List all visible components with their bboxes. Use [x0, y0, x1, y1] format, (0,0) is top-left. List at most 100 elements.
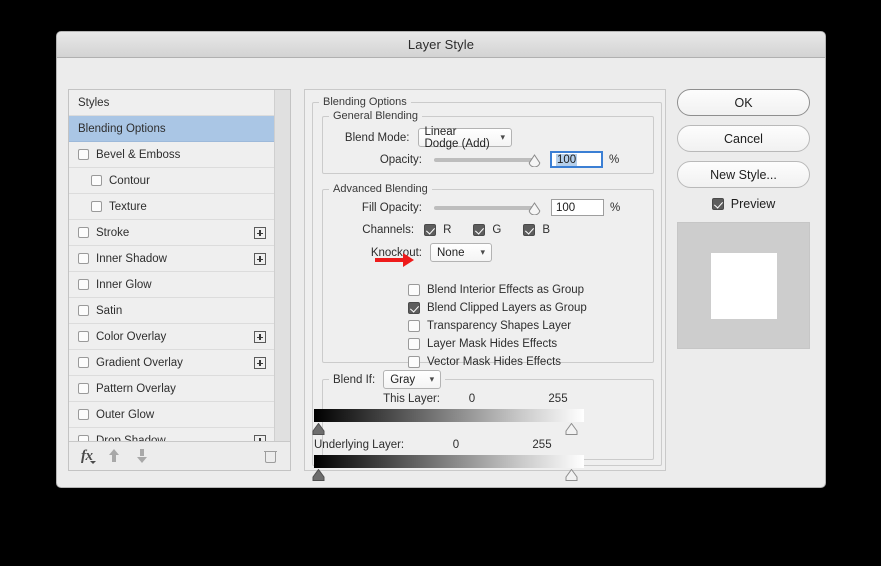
preview-label: Preview — [730, 197, 776, 211]
option-blend-interior-effects-as-group[interactable]: Blend Interior Effects as Group — [408, 282, 648, 297]
dialog-title: Layer Style — [407, 37, 475, 52]
sidebar-item-inner-glow[interactable]: Inner Glow — [69, 272, 274, 298]
sidebar-item-checkbox[interactable] — [78, 331, 89, 342]
sidebar-item-checkbox[interactable] — [78, 383, 89, 394]
sidebar-item-inner-shadow[interactable]: Inner Shadow — [69, 246, 274, 272]
option-checkbox[interactable] — [408, 319, 420, 332]
sidebar-item-checkbox[interactable] — [78, 253, 89, 264]
this-layer-max: 255 — [548, 393, 568, 405]
opacity-slider[interactable] — [434, 153, 541, 167]
advanced-blending-options: Blend Interior Effects as Group Blend Cli… — [408, 282, 648, 372]
channel-checkbox[interactable] — [424, 223, 437, 236]
cancel-button[interactable]: Cancel — [677, 125, 810, 152]
underlying-layer-gradient — [314, 455, 584, 468]
sidebar-item-checkbox[interactable] — [91, 175, 102, 186]
add-effect-plus-icon[interactable] — [254, 331, 266, 343]
sidebar-item-label: Inner Glow — [96, 278, 152, 291]
this-layer-black-stop[interactable] — [312, 422, 325, 435]
styles-list-scrollbar[interactable] — [274, 90, 290, 442]
sidebar-item-color-overlay[interactable]: Color Overlay — [69, 324, 274, 350]
opacity-value: 100 — [556, 153, 578, 166]
sidebar-item-contour[interactable]: Contour — [69, 168, 274, 194]
sidebar-item-texture[interactable]: Texture — [69, 194, 274, 220]
sidebar-item-checkbox[interactable] — [78, 279, 89, 290]
sidebar-item-checkbox[interactable] — [91, 201, 102, 212]
sidebar-item-pattern-overlay[interactable]: Pattern Overlay — [69, 376, 274, 402]
option-blend-clipped-layers-as-group[interactable]: Blend Clipped Layers as Group — [408, 300, 648, 315]
sidebar-item-checkbox[interactable] — [78, 149, 89, 160]
option-checkbox[interactable] — [408, 337, 420, 350]
channel-checkbox[interactable] — [473, 223, 486, 236]
sidebar-item-satin[interactable]: Satin — [69, 298, 274, 324]
opacity-slider-knob[interactable] — [528, 153, 541, 167]
new-style-button[interactable]: New Style... — [677, 161, 810, 188]
sidebar-item-label: Inner Shadow — [96, 252, 167, 265]
sidebar-item-label: Texture — [109, 200, 147, 213]
sidebar-item-label: Blending Options — [78, 122, 166, 135]
this-layer-gradient — [314, 409, 584, 422]
preview-thumbnail-shape — [710, 252, 777, 319]
channel-label: B — [542, 223, 550, 236]
sidebar-item-checkbox[interactable] — [78, 357, 89, 368]
underlying-layer-slider[interactable] — [312, 455, 584, 481]
fill-opacity-slider-knob[interactable] — [528, 201, 541, 215]
blend-if-label: Blend If: — [333, 373, 376, 386]
blend-if-channel-value: Gray — [390, 373, 416, 386]
this-layer-slider[interactable] — [312, 409, 584, 435]
move-down-arrow-icon[interactable] — [136, 449, 149, 463]
preview-checkbox[interactable] — [711, 198, 724, 210]
sidebar-item-bevel-emboss[interactable]: Bevel & Emboss — [69, 142, 274, 168]
option-label: Blend Interior Effects as Group — [427, 283, 585, 296]
option-layer-mask-hides-effects[interactable]: Layer Mask Hides Effects — [408, 336, 648, 351]
channel-g[interactable]: G — [473, 222, 501, 237]
sidebar-item-checkbox[interactable] — [78, 305, 89, 316]
sidebar-item-label: Pattern Overlay — [96, 382, 176, 395]
chevron-down-icon: ▾ — [429, 374, 435, 384]
styles-list[interactable]: Styles Blending Options Bevel & Emboss Cont… — [69, 90, 275, 442]
underlying-layer-min: 0 — [452, 439, 460, 451]
option-label: Vector Mask Hides Effects — [427, 355, 562, 368]
option-transparency-shapes-layer[interactable]: Transparency Shapes Layer — [408, 318, 648, 333]
sidebar-item-blending-options[interactable]: Blending Options — [69, 116, 274, 142]
sidebar-item-label: Stroke — [96, 226, 130, 239]
this-layer-white-stop[interactable] — [565, 422, 578, 435]
fill-opacity-slider[interactable] — [434, 201, 541, 215]
preview-thumbnail — [677, 222, 810, 349]
sidebar-item-outer-glow[interactable]: Outer Glow — [69, 402, 274, 428]
add-effect-plus-icon[interactable] — [254, 253, 266, 265]
option-vector-mask-hides-effects[interactable]: Vector Mask Hides Effects — [408, 354, 648, 369]
fx-icon[interactable]: fx — [81, 448, 95, 465]
sidebar-item-checkbox[interactable] — [78, 409, 89, 420]
sidebar-item-styles[interactable]: Styles — [69, 90, 274, 116]
trash-icon[interactable] — [264, 449, 277, 463]
add-effect-plus-icon[interactable] — [254, 227, 266, 239]
opacity-input[interactable]: 100 — [550, 151, 603, 168]
preview-toggle[interactable]: Preview — [677, 197, 810, 211]
blend-if-channel-select[interactable]: Gray ▾ — [383, 370, 442, 389]
dialog-titlebar[interactable]: Layer Style — [57, 32, 825, 58]
option-checkbox[interactable] — [408, 283, 420, 296]
red-annotation-arrow-icon — [375, 253, 414, 267]
fill-opacity-input[interactable]: 100 — [551, 199, 604, 216]
underlying-layer-white-stop[interactable] — [565, 468, 578, 481]
dialog-actions: OK Cancel New Style... Preview — [677, 89, 817, 349]
option-label: Layer Mask Hides Effects — [427, 337, 558, 350]
knockout-select[interactable]: None ▾ — [430, 243, 492, 262]
sidebar-item-label: Contour — [109, 174, 150, 187]
underlying-layer-black-stop[interactable] — [312, 468, 325, 481]
move-up-arrow-icon[interactable] — [108, 449, 121, 463]
option-checkbox[interactable] — [408, 301, 420, 314]
option-checkbox[interactable] — [408, 355, 420, 368]
sidebar-item-checkbox[interactable] — [78, 227, 89, 238]
sidebar-item-gradient-overlay[interactable]: Gradient Overlay — [69, 350, 274, 376]
blend-mode-select[interactable]: Linear Dodge (Add) ▾ — [417, 126, 512, 150]
this-layer-label: This Layer: — [383, 393, 440, 405]
channel-r[interactable]: R — [424, 222, 451, 237]
channels-label: Channels: — [362, 223, 415, 236]
channel-b[interactable]: B — [523, 222, 550, 237]
channel-checkbox[interactable] — [523, 223, 536, 236]
ok-button[interactable]: OK — [677, 89, 810, 116]
sidebar-item-stroke[interactable]: Stroke — [69, 220, 274, 246]
add-effect-plus-icon[interactable] — [254, 357, 266, 369]
sidebar-item-drop-shadow[interactable]: Drop Shadow — [69, 428, 274, 442]
